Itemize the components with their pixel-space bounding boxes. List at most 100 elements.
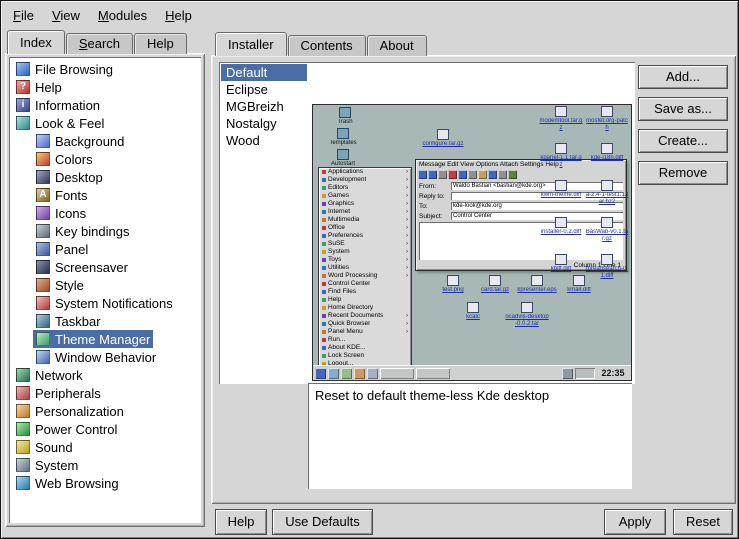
menubar-item-view[interactable]: View xyxy=(43,5,89,26)
button-create[interactable]: Create... xyxy=(638,129,728,153)
menu-item-icon xyxy=(322,202,326,206)
taskbar-button xyxy=(380,368,414,379)
colors-icon xyxy=(36,152,50,166)
sidebar-item-web-browsing[interactable]: Web Browsing xyxy=(9,474,201,492)
sidebar-item-network[interactable]: Network xyxy=(9,366,201,384)
system-notifications-icon xyxy=(36,296,50,310)
menu-item-icon xyxy=(322,186,326,190)
desktop-icon-kcalc: kcalc xyxy=(451,302,495,321)
taskbar-icon xyxy=(36,314,50,328)
preview-kmenu-item: Quick Browser› xyxy=(319,320,411,328)
theme-description-text: Reset to default theme-less Kde desktop xyxy=(315,388,549,403)
panel-icon xyxy=(36,242,50,256)
sidebar-item-power-control[interactable]: Power Control xyxy=(9,420,201,438)
sidebar-item-screensaver[interactable]: Screensaver xyxy=(9,258,201,276)
folder-icon xyxy=(339,107,351,118)
tab-about[interactable]: About xyxy=(367,35,427,56)
theme-item-nostalgy[interactable]: Nostalgy xyxy=(221,115,307,132)
button-save-as[interactable]: Save as... xyxy=(638,97,728,121)
taskbar-icon xyxy=(341,368,352,379)
key-bindings-icon xyxy=(36,224,50,238)
taskbar-icon xyxy=(562,368,573,379)
sidebar-item-icons[interactable]: Icons xyxy=(9,204,201,222)
sidebar-item-system[interactable]: System xyxy=(9,456,201,474)
theme-item-eclipse[interactable]: Eclipse xyxy=(221,81,307,98)
tab-contents[interactable]: Contents xyxy=(288,35,366,56)
reset-button[interactable]: Reset xyxy=(673,509,733,535)
sidebar-item-taskbar[interactable]: Taskbar xyxy=(9,312,201,330)
use-defaults-button[interactable]: Use Defaults xyxy=(272,509,373,535)
button-add[interactable]: Add... xyxy=(638,65,728,89)
sidebar-item-information[interactable]: iInformation xyxy=(9,96,201,114)
preview-kmenu-item: Run... xyxy=(319,336,411,344)
desktop-icon-mosfet-org-patch: mosfet.org-patch xyxy=(585,106,629,132)
submenu-arrow-icon: › xyxy=(406,264,408,272)
tab-installer[interactable]: Installer xyxy=(215,32,287,56)
sidebar-item-fonts[interactable]: AFonts xyxy=(9,186,201,204)
apply-button[interactable]: Apply xyxy=(604,509,666,535)
menu-item-icon xyxy=(322,330,326,334)
information-icon: i xyxy=(16,98,30,112)
file-icon xyxy=(555,217,567,228)
style-icon xyxy=(36,278,50,292)
preview-kmenu-item: Toys› xyxy=(319,256,411,264)
sidebar-item-style[interactable]: Style xyxy=(9,276,201,294)
sidebar-item-theme-manager[interactable]: Theme Manager xyxy=(9,330,201,348)
preview-kmenu-item: Development› xyxy=(319,176,411,184)
menu-item-icon xyxy=(322,250,326,254)
file-icon xyxy=(601,217,613,228)
menubar-item-file[interactable]: File xyxy=(4,5,43,26)
file-icon xyxy=(555,254,567,265)
sidebar-item-system-notifications[interactable]: System Notifications xyxy=(9,294,201,312)
theme-item-mgbreizh[interactable]: MGBreizh xyxy=(221,98,307,115)
menu-item-icon xyxy=(322,266,326,270)
menu-item-icon xyxy=(322,210,326,214)
desktop-icon-templates: Templates xyxy=(321,128,365,147)
preview-taskbar: 22:35 xyxy=(313,365,631,380)
toolbar-button-icon xyxy=(488,170,497,179)
background-icon xyxy=(36,134,50,148)
toolbar-button-icon xyxy=(418,170,427,179)
menu-item-icon xyxy=(322,322,326,326)
preview-kmenu-item: Lock Screen xyxy=(319,352,411,360)
menu-item-icon xyxy=(322,338,326,342)
toolbar-button-icon xyxy=(498,170,507,179)
look-and-feel-icon xyxy=(16,116,30,130)
file-icon xyxy=(601,106,613,117)
theme-item-wood[interactable]: Wood xyxy=(221,132,307,149)
desktop-icon-kwm-theme-diff: kwm-theme.diff xyxy=(539,180,583,199)
sidebar-item-background[interactable]: Background xyxy=(9,132,201,150)
theme-description-box: Reset to default theme-less Kde desktop xyxy=(308,383,632,489)
sidebar-item-peripherals[interactable]: Peripherals xyxy=(9,384,201,402)
desktop-icon-card-tar-gz: card.tar.gz xyxy=(473,275,517,294)
desktop-icon-ocadvis-desktop-0-0-2-tar: ocadvis-desktop-0.0.2.tar xyxy=(505,302,549,328)
desktop-icon-kpanel-1-1-tar-gz: kpanel-1.1.tar.gz xyxy=(539,143,583,169)
toolbar-button-icon xyxy=(448,170,457,179)
preview-kmenu-item: Recent Documents› xyxy=(319,312,411,320)
preview-kmenu-item: Graphics› xyxy=(319,200,411,208)
preview-kmenu-item: SuSE› xyxy=(319,240,411,248)
tab-index[interactable]: Index xyxy=(7,30,65,54)
sidebar-item-sound[interactable]: Sound xyxy=(9,438,201,456)
desktop-icon-baswab-v0-1-tar-gz: BasWab-v0.1.tar.gz xyxy=(585,217,629,243)
sidebar-item-window-behavior[interactable]: Window Behavior xyxy=(9,348,201,366)
button-remove[interactable]: Remove xyxy=(638,161,728,185)
sidebar-item-colors[interactable]: Colors xyxy=(9,150,201,168)
tab-help[interactable]: Help xyxy=(134,33,187,54)
sidebar-item-file-browsing[interactable]: File Browsing xyxy=(9,60,201,78)
menubar: FileViewModulesHelp xyxy=(4,4,735,27)
sidebar-item-personalization[interactable]: Personalization xyxy=(9,402,201,420)
sidebar-item-help[interactable]: ?Help xyxy=(9,78,201,96)
right-tab-bar: InstallerContentsAbout xyxy=(215,32,428,56)
menu-item-icon xyxy=(322,346,326,350)
sidebar-item-panel[interactable]: Panel xyxy=(9,240,201,258)
sidebar-item-look-feel[interactable]: Look & Feel xyxy=(9,114,201,132)
tab-search[interactable]: Search xyxy=(66,33,133,54)
sidebar-item-key-bindings[interactable]: Key bindings xyxy=(9,222,201,240)
menubar-item-help[interactable]: Help xyxy=(156,5,201,26)
sidebar-item-desktop[interactable]: Desktop xyxy=(9,168,201,186)
taskbar-icon xyxy=(367,368,378,379)
menubar-item-modules[interactable]: Modules xyxy=(89,5,156,26)
theme-item-default[interactable]: Default xyxy=(221,64,307,81)
help-button[interactable]: Help xyxy=(215,509,267,535)
